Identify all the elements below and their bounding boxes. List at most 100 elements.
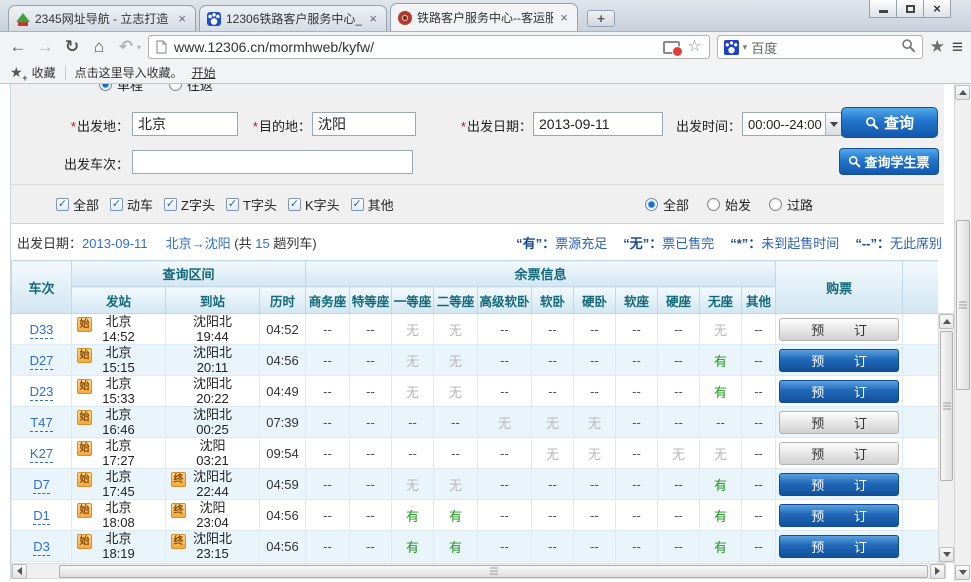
query-button[interactable]: 查询 [841,107,938,138]
checkbox-icon[interactable]: ✓ [110,198,123,211]
checkbox-icon[interactable]: ✓ [226,198,239,211]
book-button[interactable]: 预 订 [779,504,899,527]
book-button[interactable]: 预 订 [779,318,899,341]
search-magnifier-icon[interactable] [901,38,916,56]
trip-type-radio[interactable]: 单程 [99,84,143,94]
tab-close-icon[interactable]: × [558,10,570,25]
page-vertical-scrollbar[interactable] [954,84,971,581]
radio-icon[interactable] [707,198,720,211]
url-text[interactable]: www.12306.cn/mormhweb/kyfw/ [174,39,656,55]
arrival-time: 20:11 [166,360,259,375]
train-type-checkbox[interactable]: ✓全部 [56,195,99,214]
new-tab-button[interactable]: + [587,10,615,27]
popup-blocked-icon[interactable] [663,41,680,54]
book-button[interactable]: 预 订 [779,380,899,403]
scroll-down-arrow-icon[interactable] [955,565,970,580]
radio-icon[interactable] [645,198,658,211]
trip-type-radio[interactable]: 往返 [169,84,213,94]
checkbox-icon[interactable]: ✓ [288,198,301,211]
favorites-label[interactable]: 收藏 [32,64,56,81]
browser-tab[interactable]: 铁路客户服务中心--客运服× [390,3,578,31]
train-number-link[interactable]: T47 [30,415,52,432]
train-number-link[interactable]: D7 [33,477,50,494]
train-type-checkbox[interactable]: ✓Z字头 [164,195,215,214]
book-button[interactable]: 预 订 [779,535,899,558]
train-type-checkbox[interactable]: ✓K字头 [288,195,340,214]
scroll-up-arrow-icon[interactable] [955,85,970,100]
tab-close-icon[interactable]: × [367,11,379,26]
train-number-link[interactable]: D27 [30,353,54,370]
book-button[interactable]: 预 订 [779,411,899,434]
train-cell: D3 [12,531,72,562]
radio-icon[interactable] [769,198,782,211]
train-number-link[interactable]: D1 [33,508,50,525]
empty-cell [903,407,938,438]
seat-availability-cell: -- [574,376,616,407]
undo-icon: ↶ [116,37,136,57]
header-empty [903,261,938,314]
book-button[interactable]: 预 订 [779,442,899,465]
departure-station-cell: 始北京15:33 [72,376,166,407]
scroll-left-arrow-icon[interactable] [12,564,27,579]
from-input[interactable] [132,112,238,136]
checkbox-icon[interactable]: ✓ [351,198,364,211]
table-row: D33始北京14:52沈阳北19:4404:52----无无----------… [12,314,939,345]
scroll-down-arrow-icon[interactable] [939,547,954,562]
scrollbar-thumb[interactable] [940,331,953,481]
time-select-dropdown-button[interactable] [825,113,842,135]
scope-radio[interactable]: 过路 [769,195,813,214]
seat-availability-cell: -- [306,407,350,438]
bookmark-star-outline-icon[interactable]: ☆ [687,39,701,55]
maximize-button[interactable] [896,0,924,18]
menu-hamburger-icon[interactable]: ≡ [952,38,963,57]
checkbox-icon[interactable]: ✓ [56,198,69,211]
train-type-checkbox[interactable]: ✓ 其他 [351,195,394,214]
radio-icon[interactable] [169,84,182,91]
date-input[interactable] [533,112,663,136]
start-link[interactable]: 开始 [192,64,216,81]
train-no-input[interactable] [132,150,413,174]
train-type-checkbox[interactable]: ✓动车 [110,195,153,214]
scrollbar-thumb[interactable] [956,220,970,390]
checkbox-label: 其他 [368,195,394,214]
train-number-link[interactable]: D23 [30,384,54,401]
add-favorite-icon[interactable]: ★+ [10,64,23,81]
checkbox-icon[interactable]: ✓ [164,198,177,211]
search-box[interactable]: ▾ 百度 [717,35,923,59]
to-input[interactable] [312,112,416,136]
undo-button[interactable]: ↶ ▾ [116,37,141,57]
scroll-right-arrow-icon[interactable] [930,564,945,579]
train-number-link[interactable]: D3 [33,539,50,556]
book-button[interactable]: 预 订 [779,349,899,372]
tab-close-icon[interactable]: × [176,11,188,26]
train-number-link[interactable]: D33 [30,322,54,339]
browser-tab[interactable]: 2345网址导航 - 立志打造× [8,5,196,31]
train-type-checkbox[interactable]: ✓T字头 [226,195,277,214]
arrival-station-cell: 沈阳北20:11 [166,345,260,376]
seat-availability-cell: -- [478,314,532,345]
forward-icon[interactable]: → [35,37,55,57]
scroll-up-arrow-icon[interactable] [939,314,954,329]
radio-icon[interactable] [99,84,112,91]
student-ticket-button[interactable]: 查询学生票 [839,148,939,175]
reload-icon[interactable]: ↻ [62,37,82,57]
scope-radio[interactable]: 始发 [707,195,751,214]
book-button[interactable]: 预 订 [779,473,899,496]
scope-radio[interactable]: 全部 [645,195,689,214]
bookmarks-star-icon[interactable]: ★ [930,37,945,57]
address-bar[interactable]: www.12306.cn/mormhweb/kyfw/ ☆ [148,35,710,59]
table-horizontal-scrollbar[interactable] [11,563,946,579]
empty-cell [903,469,938,500]
seat-availability-cell: 有 [434,500,478,531]
scrollbar-thumb[interactable] [59,565,928,578]
browser-tab[interactable]: 12306铁路客户服务中心_× [199,5,387,31]
table-vertical-scrollbar[interactable] [938,313,955,563]
back-icon[interactable]: ← [8,37,28,57]
train-number-link[interactable]: K27 [30,446,53,463]
search-engine-dropdown-icon[interactable]: ▾ [743,42,748,53]
home-icon[interactable]: ⌂ [89,37,109,57]
close-button[interactable]: × [923,0,951,18]
minimize-button[interactable] [869,0,897,18]
time-select[interactable]: 00:00--24:00 [742,112,843,136]
seat-class-header: 一等座 [392,287,434,314]
